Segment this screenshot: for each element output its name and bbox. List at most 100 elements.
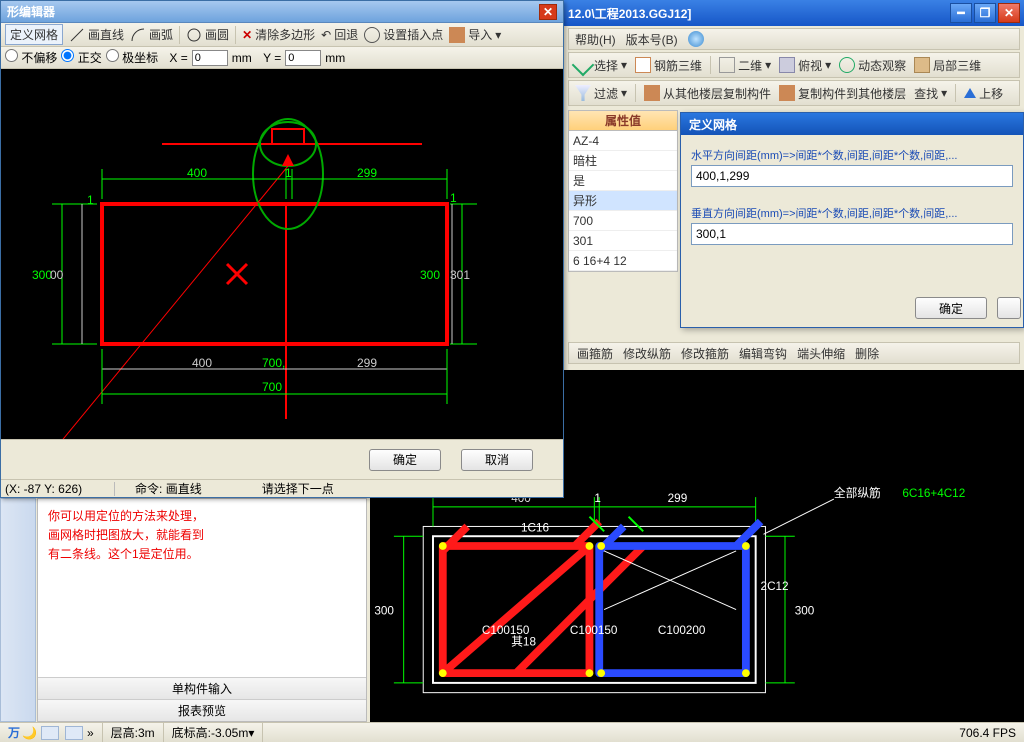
tb-dynamic[interactable]: 动态观察 [839, 57, 906, 74]
status-mini-2[interactable] [65, 726, 83, 740]
funnel-icon [575, 85, 591, 101]
prop-row[interactable]: 301 [569, 231, 677, 251]
editor-cancel-button[interactable]: 取消 [461, 449, 533, 471]
svg-text:400: 400 [192, 356, 212, 370]
tb-insertpt[interactable]: 设置插入点 [364, 26, 443, 43]
property-header: 属性值 [569, 111, 677, 131]
y-input[interactable] [285, 50, 321, 66]
lbl-extra: 其18 [511, 636, 536, 649]
all-rebar-val: 6C16+4C12 [902, 487, 965, 500]
separator [635, 84, 636, 102]
import-icon [449, 27, 465, 43]
close-button[interactable]: ✕ [998, 3, 1020, 23]
target-icon [364, 27, 380, 43]
tb-clearpoly[interactable]: ✕ 清除多边形 [242, 26, 315, 43]
tb-undo[interactable]: ↶ 回退 [321, 26, 358, 43]
tb-overhead[interactable]: 俯视▾ [779, 57, 831, 74]
editor-close-button[interactable]: ✕ [539, 4, 557, 20]
svg-text:299: 299 [357, 166, 377, 180]
lt-edit-hook[interactable]: 编辑弯钩 [739, 345, 787, 362]
tb-copy-from[interactable]: 从其他楼层复制构件 [644, 85, 771, 102]
main-toolbar-2: 过滤▾ 从其他楼层复制构件 复制构件到其他楼层 查找▾ 上移 [568, 80, 1020, 106]
minimize-button[interactable]: ━ [950, 3, 972, 23]
editor-titlebar[interactable]: 形编辑器 ✕ [1, 1, 563, 23]
lower-toolbar: 画箍筋 修改纵筋 修改箍筋 编辑弯钩 端头伸缩 删除 [568, 342, 1020, 364]
prop-row[interactable]: AZ-4 [569, 131, 677, 151]
annotation-text: 你可以用定位的方法来处理， 画网格时把图放大，就能看到 有二条线。这个1是定位用… [38, 499, 366, 573]
opt-ortho[interactable]: 正交 [61, 49, 101, 66]
unit2: mm [325, 51, 345, 65]
main-menubar: 帮助(H) 版本号(B) [568, 28, 1020, 50]
wan-icon[interactable]: 万 [8, 724, 20, 741]
status-mini-1[interactable] [41, 726, 59, 740]
editor-coords: (X: -87 Y: 626) [5, 482, 115, 496]
tb-2d[interactable]: 二维▾ [719, 57, 771, 74]
tb-local3d[interactable]: 局部三维 [914, 57, 981, 74]
lt-drawstirrup[interactable]: 画箍筋 [577, 345, 613, 362]
tb-drawline[interactable]: 画直线 [69, 26, 124, 43]
dim-wr: 299 [668, 492, 688, 505]
lbl-2c12: 2C12 [761, 580, 789, 593]
x-input[interactable] [192, 50, 228, 66]
status-icons: 万 🌙 » [0, 723, 103, 742]
svg-text:700: 700 [262, 380, 282, 394]
menu-version[interactable]: 版本号(B) [626, 31, 678, 48]
status-floor-h: 层高:3m [103, 723, 164, 742]
lt-end-stretch[interactable]: 端头伸缩 [797, 345, 845, 362]
status-fps: 706.4 FPS [951, 723, 1024, 742]
maximize-button[interactable]: ❐ [974, 3, 996, 23]
lt-delete[interactable]: 删除 [855, 345, 879, 362]
tb-copy-to[interactable]: 复制构件到其他楼层 [779, 85, 906, 102]
tb-import[interactable]: 导入 ▾ [449, 26, 501, 43]
tb-filter[interactable]: 过滤▾ [575, 85, 627, 102]
y-label: Y = [263, 51, 281, 65]
moon-icon[interactable]: 🌙 [22, 726, 37, 740]
tb-find[interactable]: 查找▾ [914, 85, 947, 102]
tb-defgrid[interactable]: 定义网格 [5, 24, 63, 45]
editor-cad-viewport[interactable]: 400 1 299 400 299 700, 700 300 00 1 300 … [1, 69, 563, 439]
tb-moveup[interactable]: 上移 [964, 85, 1003, 102]
prop-row[interactable]: 异形 [569, 191, 677, 211]
tb-drawarc[interactable]: 画弧 [130, 26, 173, 43]
dim-hr: 300 [795, 604, 815, 617]
tb-drawrect[interactable]: 画圆 [186, 26, 229, 43]
chevron-icon[interactable]: » [87, 726, 94, 740]
dim-hl: 300 [374, 604, 394, 617]
opt-polar[interactable]: 极坐标 [106, 49, 158, 66]
prop-row[interactable]: 是 [569, 171, 677, 191]
report-preview-button[interactable]: 报表预览 [38, 699, 366, 721]
all-rebar-label: 全部纵筋 [834, 486, 881, 500]
lt-modify-stirrup[interactable]: 修改箍筋 [681, 345, 729, 362]
left-side-tabs[interactable] [0, 498, 36, 722]
cube-icon [779, 57, 795, 73]
globe-icon[interactable] [688, 31, 704, 47]
svg-text:400: 400 [187, 166, 207, 180]
lt-modify-long[interactable]: 修改纵筋 [623, 345, 671, 362]
x-label: X = [169, 51, 187, 65]
editor-status: (X: -87 Y: 626) 命令: 画直线 请选择下一点 [1, 479, 563, 497]
lbl-c100m: C100150 [570, 624, 618, 637]
define-grid-title[interactable]: 定义网格 [681, 113, 1023, 135]
grid-h-input[interactable] [691, 165, 1013, 187]
tb-rebar3d[interactable]: 钢筋三维 [635, 57, 702, 74]
copy-up-icon [779, 85, 795, 101]
opt-nooffset[interactable]: 不偏移 [5, 49, 57, 66]
copy-down-icon [644, 85, 660, 101]
editor-ok-button[interactable]: 确定 [369, 449, 441, 471]
main-titlebar: 12.0\工程2013.GGJ12] ━ ❐ ✕ [564, 0, 1024, 26]
editor-footer: 确定 取消 [1, 439, 563, 479]
dim-one: 1 [594, 492, 601, 505]
grid-next-button[interactable] [997, 297, 1021, 319]
menu-help[interactable]: 帮助(H) [575, 31, 616, 48]
grid-v-input[interactable] [691, 223, 1013, 245]
prop-row[interactable]: 700 [569, 211, 677, 231]
grid-icon [635, 57, 651, 73]
single-component-button[interactable]: 单构件输入 [38, 677, 366, 699]
prop-row[interactable]: 暗柱 [569, 151, 677, 171]
separator [710, 56, 711, 74]
separator [179, 26, 180, 44]
svg-text:700,: 700, [262, 356, 285, 370]
prop-row[interactable]: 6 16+4 12 [569, 251, 677, 271]
grid-ok-button[interactable]: 确定 [915, 297, 987, 319]
tb-select[interactable]: 选择▾ [575, 57, 627, 74]
